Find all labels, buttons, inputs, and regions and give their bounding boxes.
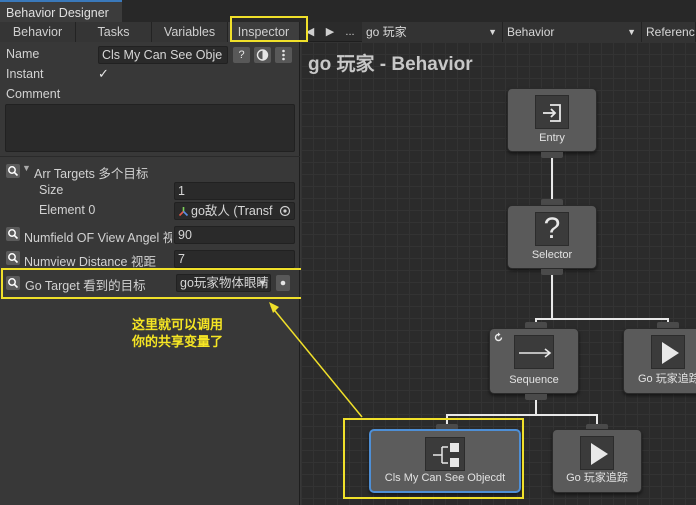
- element0-field[interactable]: go敌人 (Transf: [174, 202, 295, 220]
- annotation-line-2: 你的共享变量了: [132, 334, 224, 349]
- connection-line: [551, 270, 553, 318]
- node-port: [525, 394, 547, 400]
- selector-node[interactable]: ? Selector: [507, 205, 597, 269]
- arr-targets-label: Arr Targets 多个目标: [34, 167, 149, 181]
- entry-node[interactable]: Entry: [507, 88, 597, 152]
- comment-field[interactable]: [5, 104, 295, 152]
- gotarget-highlight: [1, 268, 310, 299]
- foldout-arrow-icon[interactable]: ▼: [22, 163, 31, 173]
- chase-node-2[interactable]: Go 玩家追踪: [552, 429, 642, 493]
- annotation-line-1: 这里就可以调用: [132, 317, 224, 332]
- toggle-icon[interactable]: [254, 47, 271, 63]
- divider: [0, 156, 300, 157]
- chase-node-1[interactable]: Go 玩家追踪: [623, 328, 696, 394]
- node-port: [541, 269, 563, 275]
- search-icon[interactable]: [6, 251, 20, 265]
- chevron-down-icon: ▼: [627, 27, 636, 37]
- name-label: Name: [6, 47, 40, 61]
- size-label: Size: [39, 183, 64, 197]
- more-button[interactable]: ...: [341, 22, 359, 42]
- connection-line: [446, 414, 598, 416]
- window-tab[interactable]: Behavior Designer: [0, 0, 122, 22]
- search-icon[interactable]: [6, 164, 20, 178]
- connection-line: [535, 318, 669, 320]
- cls-node-highlight: [343, 418, 524, 499]
- entry-icon: [535, 95, 569, 129]
- entry-label: Entry: [539, 132, 565, 144]
- size-field[interactable]: 1: [174, 182, 295, 200]
- reference-dropdown-value: Referenc: [646, 25, 695, 39]
- sequence-node[interactable]: Sequence: [489, 328, 579, 394]
- chevron-down-icon: ▼: [488, 27, 497, 37]
- reference-dropdown[interactable]: Referenc: [642, 22, 696, 42]
- menu-dots-icon[interactable]: [275, 47, 292, 63]
- name-field[interactable]: Cls My Can See Obje: [98, 46, 228, 64]
- numfield-field[interactable]: 90: [174, 226, 295, 244]
- selector-label: Selector: [531, 249, 573, 261]
- connection-line: [535, 400, 537, 414]
- chase-label-1: Go 玩家追踪: [638, 373, 696, 385]
- help-button[interactable]: ?: [233, 47, 250, 63]
- play-icon: [580, 436, 614, 470]
- instant-label: Instant: [6, 67, 44, 81]
- tab-behavior[interactable]: Behavior: [0, 22, 76, 42]
- play-icon: [651, 335, 685, 369]
- graph-title: go 玩家 - Behavior: [308, 54, 473, 75]
- repeat-icon: [494, 332, 503, 342]
- behavior-dropdown[interactable]: Behavior ▼: [503, 22, 642, 42]
- sequence-arrow-icon: [514, 335, 554, 369]
- object-picker-icon[interactable]: [279, 205, 291, 217]
- object-dropdown[interactable]: go 玩家 ▼: [362, 22, 503, 42]
- numfield-label: Numfield OF View Angel 视: [24, 231, 172, 245]
- annotation-text: 这里就可以调用 你的共享变量了: [132, 316, 223, 350]
- comment-label: Comment: [6, 87, 61, 101]
- element0-label: Element 0: [39, 203, 96, 217]
- behavior-dropdown-value: Behavior: [507, 25, 555, 39]
- node-port: [541, 152, 563, 158]
- numview-field[interactable]: 7: [174, 250, 295, 268]
- element0-value: go敌人 (Transf: [191, 204, 273, 218]
- window-title: Behavior Designer: [6, 6, 109, 20]
- sequence-label: Sequence: [509, 374, 559, 386]
- inspector-tab-highlight: [230, 16, 308, 42]
- next-arrow-icon[interactable]: ▶: [321, 22, 339, 42]
- connection-line: [596, 414, 598, 424]
- question-icon: ?: [535, 212, 569, 246]
- connection-line: [551, 150, 553, 205]
- object-dropdown-value: go 玩家: [366, 25, 407, 39]
- tab-variables[interactable]: Variables: [152, 22, 228, 42]
- search-icon[interactable]: [6, 227, 20, 241]
- tab-tasks[interactable]: Tasks: [76, 22, 152, 42]
- transform-icon: [178, 207, 189, 217]
- instant-checkbox[interactable]: ✓: [98, 67, 112, 81]
- chase-label-2: Go 玩家追踪: [566, 472, 628, 484]
